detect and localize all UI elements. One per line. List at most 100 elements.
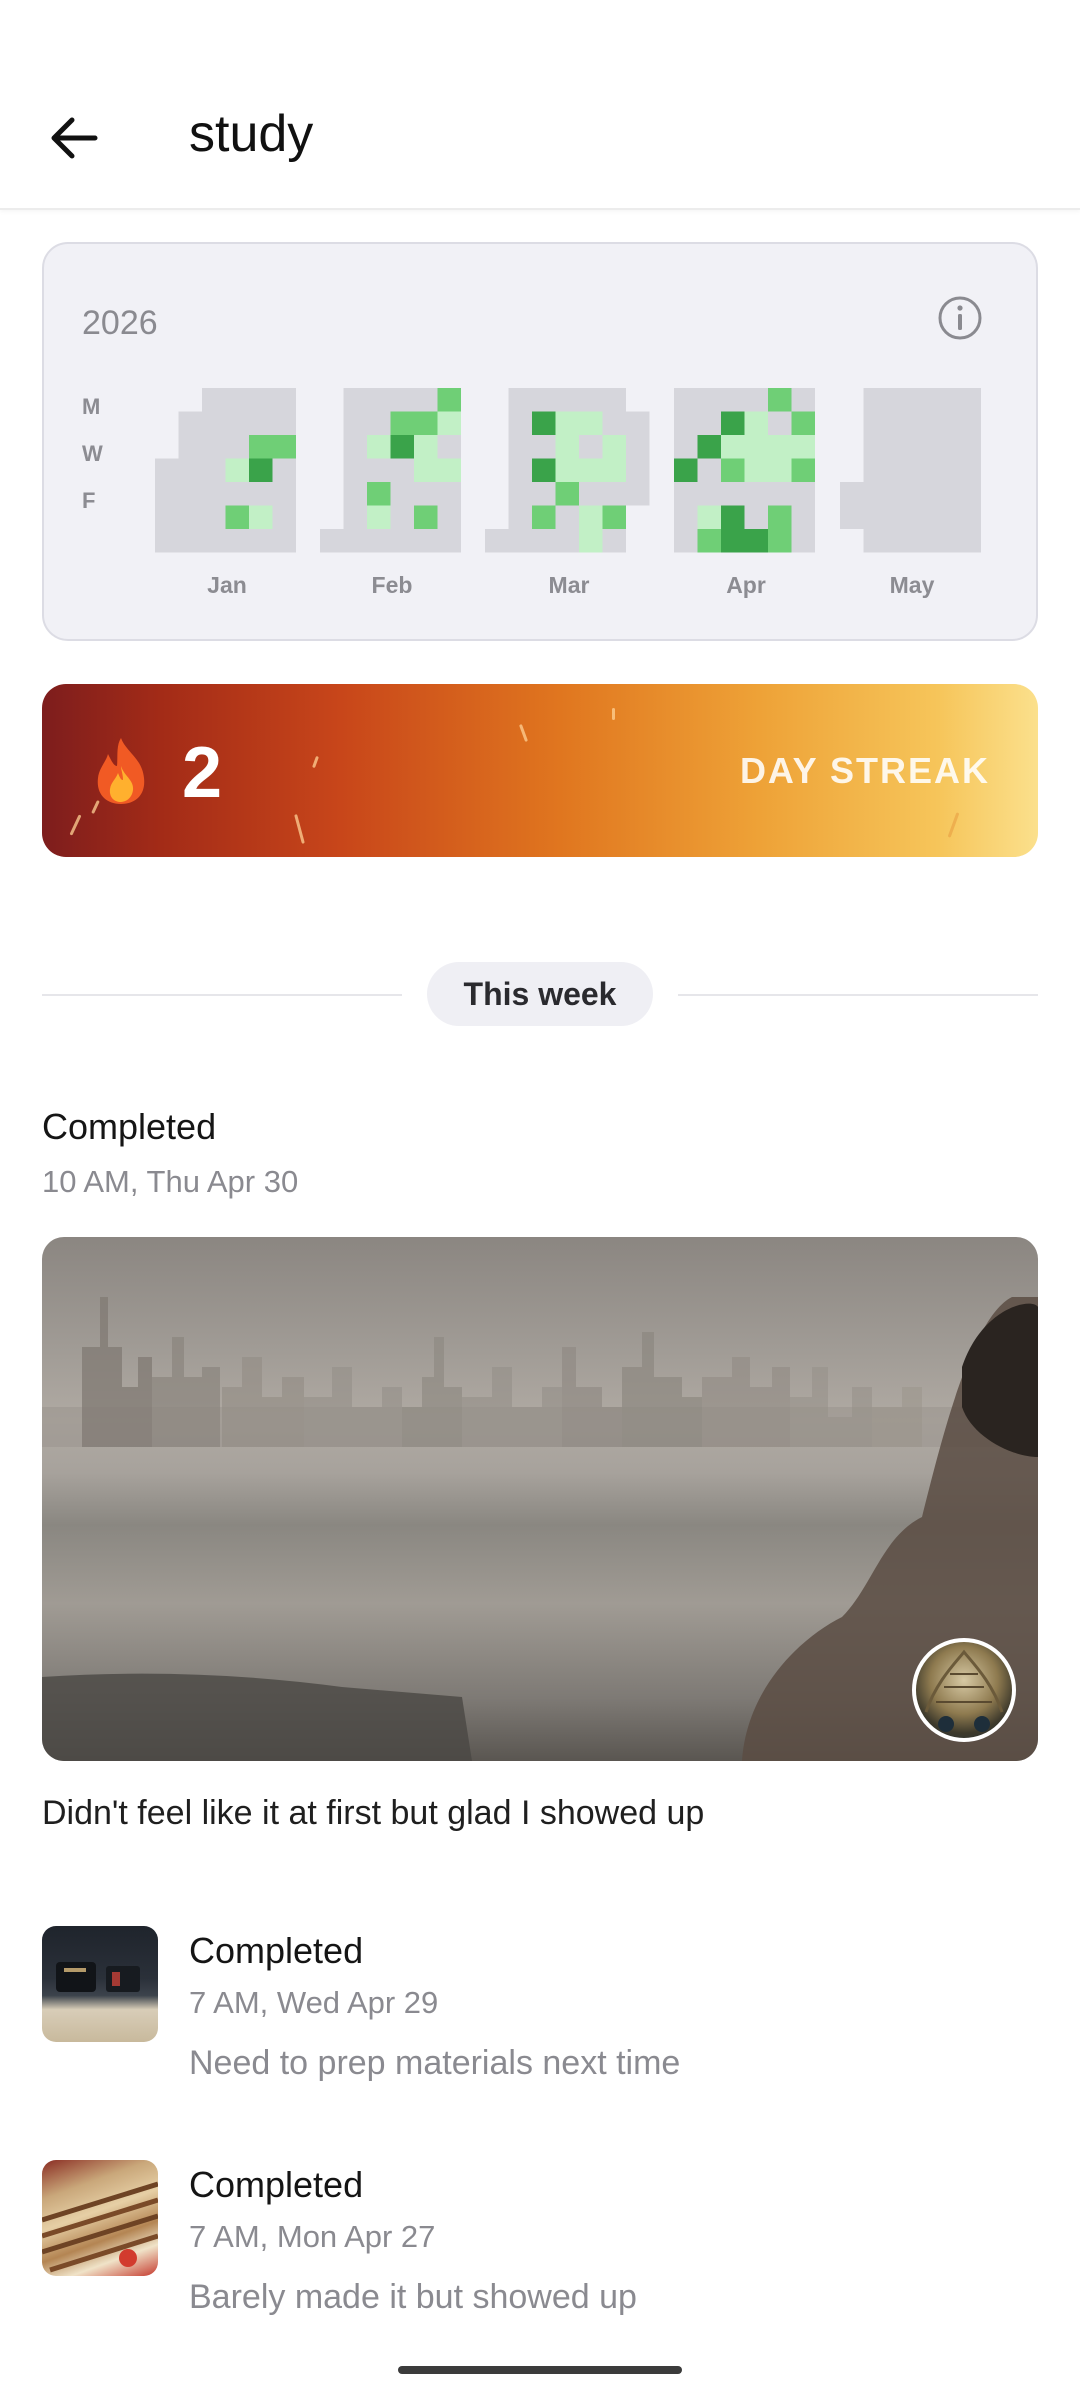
heatmap-cell [602,411,626,435]
heatmap-cell [579,388,603,412]
heatmap-cell [178,505,202,529]
heatmap-cell [721,529,745,553]
page-title: study [189,105,314,163]
heatmap-cell [791,388,815,412]
heatmap-cell [202,435,226,459]
heatmap-cell [532,411,556,435]
activity-heatmap-card: 2026 M W F Jan Feb Mar Apr May [42,242,1038,641]
heatmap-cell [674,458,698,482]
heatmap-cell [910,458,934,482]
heatmap-cell [414,458,438,482]
home-indicator[interactable] [398,2366,682,2374]
heatmap-cell [768,482,792,506]
heatmap-cell [508,529,532,553]
heatmap-cell [768,458,792,482]
heatmap-cell [579,411,603,435]
heatmap-cell [957,411,981,435]
heatmap-cell [225,411,249,435]
entry-time: 10 AM, Thu Apr 30 [42,1164,299,1199]
heatmap-cell [934,435,958,459]
heatmap-cell [721,482,745,506]
entry-thumbnail[interactable] [42,1926,158,2042]
heatmap-cell [343,458,367,482]
heatmap-cell [697,435,721,459]
heatmap-cell [555,435,579,459]
heatmap-cell [887,388,911,412]
heatmap-cell [721,388,745,412]
heatmap-cell [390,529,414,553]
entry-status: Completed [42,1106,217,1147]
heatmap-cell [437,388,461,412]
heatmap-cell [249,505,273,529]
heatmap-cell [863,388,887,412]
heatmap-cell [390,435,414,459]
heatmap-cell [744,482,768,506]
heatmap-cell [697,388,721,412]
heatmap-cell [910,411,934,435]
heatmap-cell [579,482,603,506]
heatmap-cell [863,458,887,482]
heatmap-cell [602,458,626,482]
spark-decoration [312,755,319,769]
city-skyline-image [42,1297,1038,1761]
heatmap-cell [602,435,626,459]
heatmap-cell [343,505,367,529]
heatmap-cell [768,505,792,529]
streak-label: DAY STREAK [739,750,990,791]
heatmap-cell [579,505,603,529]
heatmap-cell [674,505,698,529]
heatmap-cell [367,388,391,412]
day-streak-banner: 2 DAY STREAK [42,684,1038,857]
heatmap-cell [934,388,958,412]
heatmap-cell [367,435,391,459]
heatmap-cell [934,482,958,506]
heatmap-cell [579,458,603,482]
heatmap-cell [602,388,626,412]
spark-decoration [69,814,82,836]
heatmap-cell [934,529,958,553]
spark-decoration [947,812,960,838]
heatmap-cell [934,411,958,435]
heatmap-cell [367,529,391,553]
heatmap-cell [367,411,391,435]
heatmap-cell [367,458,391,482]
heatmap-cell [414,388,438,412]
heatmap-cell [437,505,461,529]
back-button[interactable] [38,96,108,180]
heatmap-cell [791,435,815,459]
entry-photo[interactable] [42,1237,1038,1761]
heatmap-cell [791,411,815,435]
heatmap-cell [249,435,273,459]
heatmap-cell [697,411,721,435]
heatmap-cell [437,482,461,506]
heatmap-cell [791,458,815,482]
entry-thumbnail[interactable] [42,2160,158,2276]
heatmap-cell [343,529,367,553]
heatmap-cell [744,435,768,459]
heatmap-cell [555,529,579,553]
spark-decoration [519,724,528,742]
heatmap-cell [768,435,792,459]
wooden-tools-image [42,2181,158,2273]
heatmap-cell [863,505,887,529]
heatmap-cell [272,458,296,482]
heatmap-cell [744,458,768,482]
user-avatar[interactable] [912,1638,1016,1742]
heatmap-cell [887,482,911,506]
heatmap-cell [367,505,391,529]
heatmap-cell [957,458,981,482]
heatmap-cell [272,529,296,553]
heatmap-cell [744,529,768,553]
entry-note: Barely made it but showed up [189,2278,637,2316]
heatmap-cell [414,411,438,435]
streak-count: 2 [182,733,223,813]
divider-right [678,994,1038,996]
heatmap-cell [957,482,981,506]
heatmap-cell [602,529,626,553]
heatmap-cell [863,411,887,435]
heatmap-cell [320,529,344,553]
heatmap-cell [957,388,981,412]
heatmap-cell [249,411,273,435]
heatmap-cell [178,458,202,482]
heatmap-cell [555,505,579,529]
